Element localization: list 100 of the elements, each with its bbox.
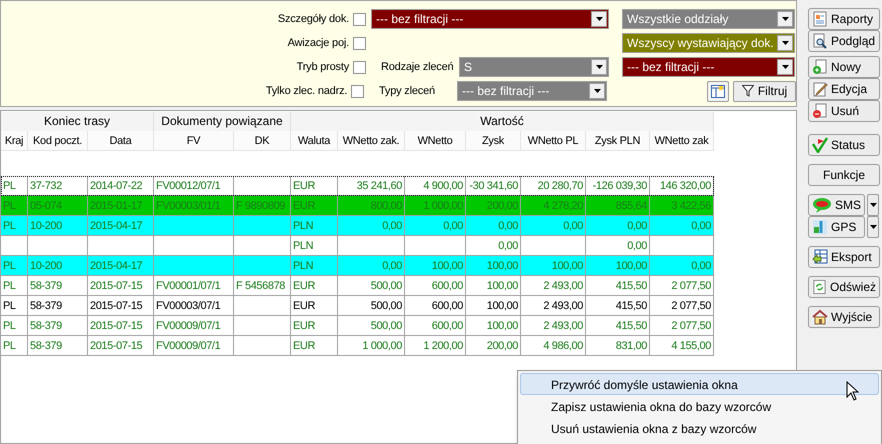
dropdown[interactable]: S xyxy=(459,57,609,77)
table-cell: 2 077,50 xyxy=(650,276,714,295)
column-header[interactable]: WNetto zak. xyxy=(338,131,405,150)
table-cell: -126 039,30 xyxy=(586,176,650,195)
column-header[interactable]: WNetto PL xyxy=(521,131,586,150)
filter-label: Rodzaje zleceń xyxy=(381,60,454,75)
table-cell: 1 000,00 xyxy=(405,196,466,215)
toolbar-button[interactable]: Usuń xyxy=(808,100,880,122)
caret-icon xyxy=(782,17,788,21)
filter-button[interactable]: Filtruj xyxy=(733,80,796,102)
table-cell: FV00003/01/1 xyxy=(154,196,234,215)
column-header[interactable]: Kraj xyxy=(1,131,28,150)
column-header[interactable]: Data xyxy=(88,131,154,150)
table-cell: PL xyxy=(1,336,28,355)
toolbar-button[interactable]: Edycja xyxy=(808,78,880,100)
toolbar-button[interactable]: Status xyxy=(808,134,880,156)
table-cell: 10-200 xyxy=(28,216,88,235)
table-cell: PL xyxy=(1,196,28,215)
menu-item[interactable]: Przywróć domyśle ustawienia okna xyxy=(520,373,879,395)
table-cell: 500,00 xyxy=(338,316,405,335)
menu-item[interactable]: Usuń ustawienia okna z bazy wzorców xyxy=(520,417,879,439)
dropdown-arrow-button[interactable] xyxy=(867,194,879,216)
checkbox[interactable] xyxy=(353,12,366,26)
dropdown-arrow-button[interactable] xyxy=(867,216,879,238)
table-cell: EUR xyxy=(291,196,338,215)
window-icon xyxy=(711,84,725,98)
layout-button[interactable] xyxy=(707,80,729,102)
toolbar-button[interactable]: SMS xyxy=(808,194,865,216)
column-header[interactable]: Waluta xyxy=(291,131,338,150)
table-cell: 2015-07-15 xyxy=(88,316,154,335)
dropdown-arrow-button[interactable] xyxy=(591,59,607,75)
table-cell: 600,00 xyxy=(405,316,466,335)
table-cell: 3 422,56 xyxy=(650,196,714,215)
menu-item[interactable]: Zapisz ustawienia okna do bazy wzorców xyxy=(520,395,879,417)
column-header[interactable]: Zysk PLN xyxy=(586,131,650,150)
table-cell: EUR xyxy=(291,276,338,295)
table-row[interactable]: PL 10-200 2015-04-17 PLN 0,00 0,00 0,00 0,00 0,00 0,00 xyxy=(1,216,714,236)
table-cell: 100,00 xyxy=(586,256,650,275)
table-row[interactable]: PL 58-379 2015-07-15 FV00003/07/1 EUR 500,00 600,00 100,00 2 493,00 415,50 2 077,50 xyxy=(1,296,714,316)
column-header[interactable]: Kod poczt. xyxy=(28,131,88,150)
dropdown-arrow-button[interactable] xyxy=(777,59,793,75)
filter-label: Szczegóły dok. xyxy=(276,12,350,27)
table-row[interactable]: PL 37-732 2014-07-22 FV00012/07/1 EUR 35 241,60 4 900,00 -30 341,60 20 280,70 -126 039,30 146 320,00 xyxy=(1,176,714,196)
table-cell: PL xyxy=(1,296,28,315)
table-row[interactable]: PL 10-200 2015-04-17 PLN 0,00 100,00 100,00 100,00 100,00 0,00 xyxy=(1,256,714,276)
column-header[interactable]: FV xyxy=(154,131,234,150)
table-cell: 100,00 xyxy=(466,276,521,295)
table-cell: 500,00 xyxy=(338,296,405,315)
table-cell: 2 493,00 xyxy=(521,276,586,295)
dropdown[interactable]: --- bez filtracji --- xyxy=(371,9,609,29)
table-cell: 2 493,00 xyxy=(521,316,586,335)
filter-label: Tylko zlec. nadrz. xyxy=(264,84,348,99)
dropdown-arrow-button[interactable] xyxy=(589,83,606,99)
toolbar-button[interactable]: Wyjście xyxy=(808,306,880,328)
table-cell: F 9890809 xyxy=(234,196,291,215)
table-cell: EUR xyxy=(291,336,338,355)
table-cell: 146 320,00 xyxy=(650,176,714,195)
table-cell: 0,00 xyxy=(338,256,405,275)
toolbar-button[interactable]: GPS xyxy=(808,216,865,238)
dropdown[interactable]: Wszystkie oddziały xyxy=(622,9,795,29)
table-cell: PLN xyxy=(291,256,338,275)
table-cell: 2 077,50 xyxy=(650,296,714,315)
table-cell: PL xyxy=(1,316,28,335)
table-row[interactable]: PL 58-379 2015-07-15 FV00009/07/1 EUR 1 000,00 1 200,00 200,00 4 986,00 831,00 4 155,00 xyxy=(1,336,714,356)
toolbar-button[interactable]: Odśwież xyxy=(808,276,880,298)
toolbar-button[interactable]: Eksport xyxy=(808,246,880,268)
table-cell: PLN xyxy=(291,216,338,235)
toolbar-button[interactable]: Podgląd xyxy=(808,30,880,52)
checkbox[interactable] xyxy=(353,60,366,74)
table-cell: 0,00 xyxy=(650,256,714,275)
table-cell: FV00003/07/1 xyxy=(154,296,234,315)
table-cell: 0,00 xyxy=(521,216,586,235)
dropdown[interactable]: Wszyscy wystawiający dok. xyxy=(622,33,795,53)
checkbox[interactable] xyxy=(351,84,364,98)
table-cell: 4 986,00 xyxy=(521,336,586,355)
column-header[interactable]: DK xyxy=(234,131,291,150)
column-header[interactable]: Zysk xyxy=(466,131,521,150)
table-cell: 4 155,00 xyxy=(650,336,714,355)
dropdown-arrow-button[interactable] xyxy=(777,11,793,27)
column-header[interactable]: WNetto xyxy=(405,131,466,150)
table-cell: 415,50 xyxy=(586,316,650,335)
table-cell: 58-379 xyxy=(28,276,88,295)
table-row[interactable]: PL 58-379 2015-07-15 FV00009/07/1 EUR 500,00 600,00 100,00 2 493,00 415,50 2 077,50 xyxy=(1,316,714,336)
checkbox[interactable] xyxy=(353,36,366,50)
table-row[interactable]: PLN 0,00 0,00 xyxy=(1,236,714,256)
toolbar-button[interactable]: Nowy xyxy=(808,56,880,78)
dropdown-arrow-button[interactable] xyxy=(777,35,793,51)
table-cell: PLN xyxy=(291,236,338,255)
toolbar-button[interactable]: Raporty xyxy=(808,8,880,30)
toolbar-button[interactable]: Funkcje xyxy=(808,164,880,186)
dropdown[interactable]: --- bez filtracji --- xyxy=(457,81,608,101)
table-row[interactable]: PL 58-379 2015-07-15 FV00001/07/1 F 5456878 EUR 500,00 600,00 100,00 2 493,00 415,50 2 077,50 xyxy=(1,276,714,296)
table-cell: 0,00 xyxy=(466,216,521,235)
dropdown[interactable]: --- bez filtracji --- xyxy=(622,57,795,77)
filter-label: Awizacje poj. xyxy=(286,36,350,51)
column-header[interactable]: WNetto zak xyxy=(650,131,714,150)
table-cell: 2014-07-22 xyxy=(88,176,154,195)
dropdown-arrow-button[interactable] xyxy=(591,11,607,27)
caret-icon xyxy=(782,41,788,45)
table-cell: 2015-07-15 xyxy=(88,296,154,315)
